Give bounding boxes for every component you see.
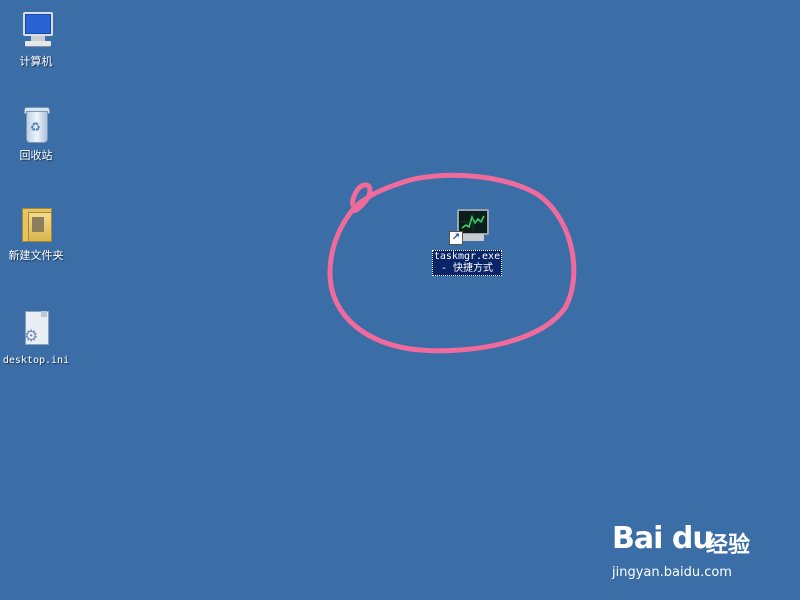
desktop-icon-label: desktop.ini <box>2 355 70 366</box>
desktop-icon-recycle-bin[interactable]: ♻ 回收站 <box>0 104 72 163</box>
desktop-icon-label: 计算机 <box>19 55 53 68</box>
baidu-jingyan-watermark: Bai du 经验 jingyan.baidu.com <box>612 515 792 585</box>
desktop-icon-computer[interactable]: 计算机 <box>0 10 72 69</box>
watermark-url: jingyan.baidu.com <box>612 565 732 580</box>
desktop-icon-label: 回收站 <box>19 149 53 162</box>
ini-file-icon: ⚙ <box>16 308 56 348</box>
shortcut-label-line2: - 快捷方式 <box>440 263 494 274</box>
watermark-suffix: 经验 <box>706 533 751 558</box>
shortcut-label-line1: taskmgr.exe <box>433 251 501 262</box>
desktop-icon-new-folder[interactable]: 新建文件夹 <box>0 204 72 263</box>
desktop-icon-label: 新建文件夹 <box>8 249 64 262</box>
desktop-icon-label-selected: taskmgr.exe - 快捷方式 <box>431 250 503 276</box>
computer-icon <box>16 10 56 50</box>
watermark-brand: Bai du <box>612 521 714 556</box>
desktop[interactable]: 计算机 ♻ 回收站 新建文件夹 ⚙ desktop.ini ↗ taskmgr.… <box>0 0 800 600</box>
desktop-icon-taskmgr-shortcut[interactable]: ↗ taskmgr.exe - 快捷方式 <box>430 207 504 276</box>
shortcut-arrow-icon: ↗ <box>449 231 463 245</box>
folder-icon <box>16 204 56 244</box>
recycle-bin-icon: ♻ <box>16 104 56 144</box>
desktop-icon-desktop-ini[interactable]: ⚙ desktop.ini <box>0 308 72 367</box>
task-manager-icon: ↗ <box>447 207 489 247</box>
